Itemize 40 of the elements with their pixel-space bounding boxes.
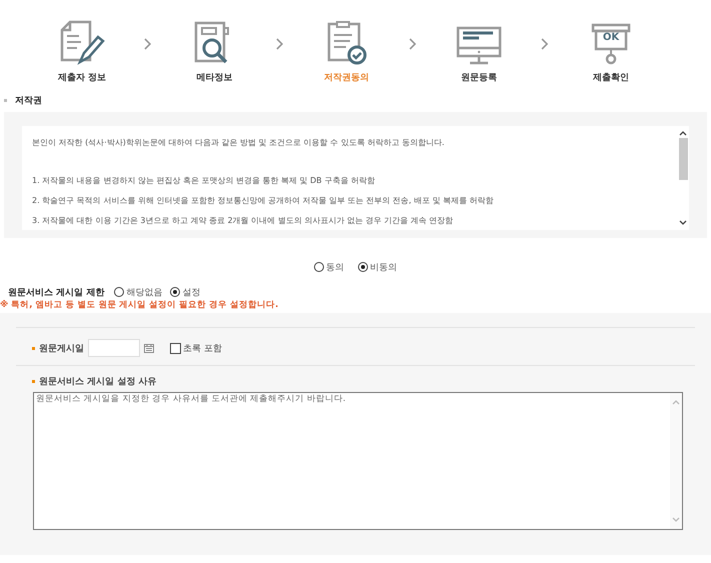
date-field[interactable]: [88, 339, 140, 357]
chevron-right-icon: [276, 38, 284, 50]
restriction-title: 원문서비스 게시일 제한: [8, 286, 104, 298]
chevron-right-icon: [144, 38, 152, 50]
checkbox-label: 초록 포함: [183, 342, 222, 354]
checkbox[interactable]: [170, 342, 181, 354]
radio-label: 설정: [182, 286, 200, 298]
scroll-up-icon[interactable]: [679, 130, 687, 136]
chevron-right-icon: [540, 38, 549, 50]
terms-line: 본인이 저작한 (석사·박사)학위논문에 대하여 다음과 같은 방법 및 조건으로 이용할 수 있도록 허락하고 동의합니다.: [32, 137, 446, 147]
field-label: 원문서비스 게시일 설정 사유: [32, 374, 156, 388]
monitor-icon: [456, 26, 502, 66]
section-title: 저작권: [15, 94, 42, 106]
step-label: 저작권동의: [324, 72, 369, 84]
chevron-right-icon: [408, 38, 417, 50]
restriction-option[interactable]: 해당없음: [114, 286, 162, 298]
step-label: 메타정보: [196, 72, 232, 84]
field-label: 원문게시일: [32, 342, 84, 354]
radio-button[interactable]: [358, 262, 368, 272]
step-label: 제출확인: [593, 72, 629, 84]
document-pen-icon: [58, 20, 106, 66]
consent-option[interactable]: 비동의: [358, 258, 397, 276]
radio-button[interactable]: [314, 262, 324, 272]
restriction-option[interactable]: 설정: [170, 286, 200, 298]
step-label: 원문등록: [460, 72, 497, 84]
radio-button[interactable]: [114, 287, 124, 297]
reason-text-area[interactable]: 원문서비스 게시일을 지정한 경우 사유서를 도서관에 제출해주시기 바랍니다.: [33, 392, 683, 530]
step-label: 제출자 정보: [58, 72, 106, 84]
abstract-checkbox-option[interactable]: 초록 포함: [170, 342, 222, 354]
terms-line: 1. 저작물의 내용을 변경하지 않는 편집상 혹은 포맷상의 변경을 통한 복제 및 DB 구축을 허락함: [32, 175, 376, 185]
radio-label: 해당없음: [126, 286, 162, 298]
radio-button[interactable]: [170, 287, 180, 297]
radio-label: 동의: [326, 262, 344, 274]
scroll-down-icon[interactable]: [679, 220, 687, 226]
radio-label: 비동의: [370, 262, 397, 274]
notice-text: ※ 특허, 엠바고 등 별도 원문 게시일 설정이 필요한 경우 설정합니다.: [0, 299, 280, 310]
terms-line: 2. 학술연구 목적의 서비스를 위해 인터넷을 포함한 정보통신망에 공개하여 저작물 일부 또는 전부의 전송, 배포 및 복제를 허락함: [32, 195, 494, 205]
calendar-icon[interactable]: [144, 343, 154, 353]
terms-line: 3. 저작물에 대한 이용 기간은 3년으로 하고 계약 종료 2개월 이내에 별도의 의사표시가 없는 경우 기간을 계속 연장함: [32, 215, 454, 225]
consent-option[interactable]: 동의: [314, 258, 344, 276]
